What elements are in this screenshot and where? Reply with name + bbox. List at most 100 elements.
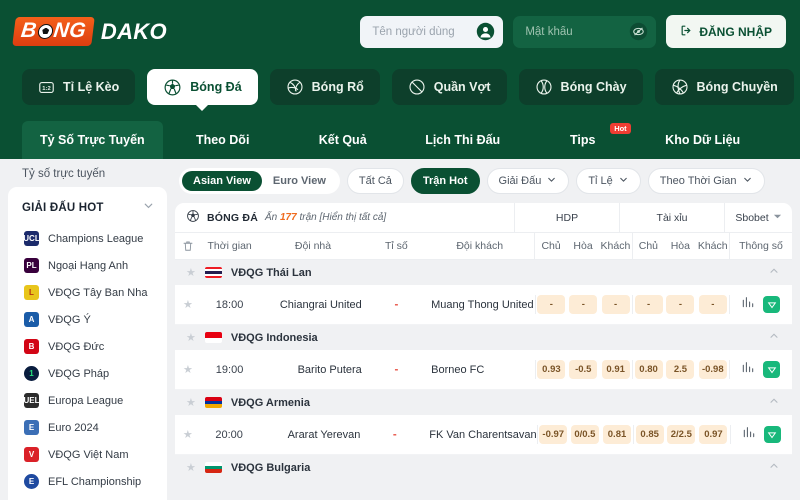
odd-hdp-draw[interactable]: -0.5 — [567, 360, 599, 379]
tv-icon[interactable] — [763, 426, 781, 443]
odd-tx-away[interactable]: - — [697, 295, 729, 314]
sidebar-item-primeira-liga[interactable]: P VĐQG Bồ Đào Nha — [8, 495, 167, 500]
sidebar-item-serie-a[interactable]: A VĐQG Ý — [8, 306, 167, 333]
odd-hdp-home[interactable]: 0.93 — [534, 360, 567, 379]
league-group-header[interactable]: ★ VĐQG Thái Lan — [175, 260, 792, 285]
eye-off-icon[interactable] — [629, 22, 648, 41]
filter-league-dropdown[interactable]: Giải Đấu — [486, 168, 570, 194]
sidebar-item-ligue-1[interactable]: 1 VĐQG Pháp — [8, 360, 167, 387]
odd-tx-draw[interactable]: 2/2.5 — [665, 425, 697, 444]
sidebar-item-premier-league[interactable]: PL Ngoại Hạng Anh — [8, 252, 167, 279]
sport-tab-basketball[interactable]: Bóng Rổ — [269, 69, 380, 105]
odd-tx-home[interactable]: 0.80 — [631, 360, 664, 379]
odd-tx-home[interactable]: 0.85 — [633, 425, 665, 444]
tv-icon[interactable] — [763, 296, 781, 313]
sidebar-item-euro-2024[interactable]: E Euro 2024 — [8, 414, 167, 441]
league-group-header[interactable]: ★ VĐQG Indonesia — [175, 325, 792, 350]
trash-icon[interactable] — [175, 233, 201, 260]
filter-all-button[interactable]: Tất Cả — [346, 168, 404, 194]
asian-view-option[interactable]: Asian View — [182, 171, 262, 191]
sidebar-item-laliga[interactable]: L VĐQG Tây Ban Nha — [8, 279, 167, 306]
sidebar-item-champions-league[interactable]: UCL Champions League — [8, 225, 167, 252]
chevron-up-icon[interactable] — [768, 264, 780, 282]
sidebar-item-v-league[interactable]: V VĐQG Việt Nam — [8, 441, 167, 468]
chevron-up-icon[interactable] — [768, 459, 780, 477]
table-top-bar: BÓNG ĐÁ Ẩn 177 trận [Hiển thị tất cả] HD… — [175, 203, 792, 233]
away-team[interactable]: Muang Thong United — [425, 299, 535, 311]
chevron-up-icon[interactable] — [768, 329, 780, 347]
sport-tab-baseball[interactable]: Bóng Chày — [518, 69, 643, 105]
away-team[interactable]: Borneo FC — [425, 364, 535, 376]
chevron-up-icon[interactable] — [768, 394, 780, 412]
odd-hdp-home[interactable]: -0.97 — [536, 425, 569, 444]
odd-tx-draw[interactable]: - — [664, 295, 696, 314]
username-field[interactable]: Tên người dùng — [360, 15, 504, 48]
match-time: 20:00 — [215, 428, 243, 441]
league-group-header[interactable]: ★ VĐQG Armenia — [175, 390, 792, 415]
flag-icon — [204, 397, 222, 408]
bar-chart-icon[interactable] — [741, 295, 755, 314]
tab-follow[interactable]: Theo Dõi — [163, 121, 283, 159]
odd-tx-away[interactable]: 0.97 — [697, 425, 729, 444]
odd-hdp-draw[interactable]: 0/0.5 — [569, 425, 601, 444]
home-team[interactable]: Barito Putera — [258, 364, 368, 376]
sport-tab-odds[interactable]: 1:2 Tỉ Lệ Kèo — [22, 69, 136, 105]
odd-tx-away[interactable]: -0.98 — [697, 360, 729, 379]
col-hdp-away: Khách — [600, 240, 631, 252]
star-icon[interactable]: ★ — [186, 461, 196, 474]
home-team[interactable]: Ararat Yerevan — [258, 429, 367, 441]
sidebar-item-label: VĐQG Việt Nam — [48, 448, 129, 461]
star-icon[interactable]: ★ — [175, 298, 201, 311]
sidebar-item-europa-league[interactable]: UEL Europa League — [8, 387, 167, 414]
sport-tab-volleyball[interactable]: Bóng Chuyền — [654, 69, 794, 105]
hide-matches-note[interactable]: Ẩn 177 trận [Hiển thị tất cả] — [265, 212, 386, 223]
odd-hdp-draw[interactable]: - — [567, 295, 599, 314]
odd-tx-draw[interactable]: 2.5 — [664, 360, 696, 379]
odd-tx-home[interactable]: - — [631, 295, 664, 314]
table-row[interactable]: ★ 19:00 Barito Putera - Borneo FC 0.93 -… — [175, 350, 792, 390]
odds-12-icon: 1:2 — [38, 79, 55, 96]
col-score: Tỉ số — [384, 240, 408, 252]
bar-chart-icon[interactable] — [742, 425, 756, 444]
sidebar-item-efl-championship[interactable]: E EFL Championship — [8, 468, 167, 495]
star-icon[interactable]: ★ — [175, 428, 201, 441]
sport-tab-soccer[interactable]: Bóng Đá — [147, 69, 258, 105]
chevron-down-icon[interactable] — [142, 199, 155, 217]
filter-hot-button[interactable]: Trận Hot — [410, 168, 480, 194]
bar-chart-icon[interactable] — [741, 360, 755, 379]
filter-time-dropdown[interactable]: Theo Thời Gian — [647, 168, 765, 194]
col-hdp-home: Chủ — [534, 232, 566, 260]
odd-hdp-away[interactable]: - — [599, 295, 631, 314]
star-icon[interactable]: ★ — [175, 363, 201, 376]
tv-icon[interactable] — [763, 361, 781, 378]
tab-results[interactable]: Kết Quả — [283, 121, 403, 159]
odd-hdp-away[interactable]: 0.81 — [601, 425, 633, 444]
table-row[interactable]: ★ 18:00 Chiangrai United - Muang Thong U… — [175, 285, 792, 325]
sidebar-item-bundesliga[interactable]: B VĐQG Đức — [8, 333, 167, 360]
tab-schedule[interactable]: Lịch Thi Đấu — [403, 121, 523, 159]
hot-leagues-header[interactable]: GIẢI ĐẤU HOT — [8, 195, 167, 225]
home-team[interactable]: Chiangrai United — [258, 299, 368, 311]
tab-data-warehouse[interactable]: Kho Dữ Liệu — [643, 121, 763, 159]
odd-hdp-home[interactable]: - — [534, 295, 567, 314]
star-icon[interactable]: ★ — [186, 396, 196, 409]
baseball-icon — [535, 78, 553, 96]
group-header-sbobet[interactable]: Sbobet — [724, 203, 792, 233]
star-icon[interactable]: ★ — [186, 266, 196, 279]
euro-view-option[interactable]: Euro View — [262, 171, 337, 191]
logo[interactable]: B NG DAKO — [12, 17, 167, 46]
password-field[interactable]: Mật khẩu — [513, 15, 657, 48]
league-group-header[interactable]: ★ VĐQG Bulgaria — [175, 455, 792, 480]
sidebar-item-label: Champions League — [48, 232, 144, 245]
tab-live-scores[interactable]: Tỷ Số Trực Tuyến — [22, 121, 163, 159]
star-icon[interactable]: ★ — [186, 331, 196, 344]
tab-tips[interactable]: Tips Hot — [523, 121, 643, 159]
sbobet-label: Sbobet — [735, 211, 769, 224]
filter-odds-dropdown[interactable]: Tỉ Lệ — [576, 168, 641, 194]
odd-hdp-away[interactable]: 0.91 — [599, 360, 631, 379]
login-button[interactable]: ĐĂNG NHẬP — [666, 15, 786, 48]
table-row[interactable]: ★ 20:00 Ararat Yerevan - FK Van Charents… — [175, 415, 792, 455]
away-team[interactable]: FK Van Charentsavan — [423, 429, 536, 441]
match-time: 18:00 — [215, 298, 244, 311]
sport-tab-tennis[interactable]: Quần Vợt — [391, 69, 507, 105]
